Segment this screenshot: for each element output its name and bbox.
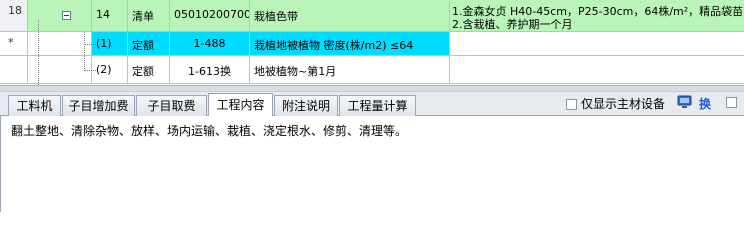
bill-grid: 18 14 清单 050102007003 栽植色带 1.金森女贞 H40-45… <box>0 0 744 85</box>
tab-item-fee[interactable]: 子目取费 <box>136 95 207 116</box>
work-content-panel[interactable]: 翻土整地、清除杂物、放样、场内运输、栽植、浇定根水、修剪、清理等。 <box>0 116 744 212</box>
tree-connector <box>84 44 96 45</box>
extra-checkbox[interactable] <box>726 97 737 108</box>
description-cell[interactable] <box>450 56 744 84</box>
row-header[interactable]: * <box>0 32 28 56</box>
tab-quantity-calc[interactable]: 工程量计算 <box>339 95 416 116</box>
code-cell[interactable]: (1) <box>92 32 128 56</box>
description-cell[interactable]: 1.金森女贞 H40-45cm，P25-30cm，64株/m²，精品袋苗 2.含… <box>450 0 744 32</box>
row-header[interactable] <box>0 56 28 84</box>
tree-connector <box>38 20 39 85</box>
type-cell[interactable]: 定额 <box>128 56 170 84</box>
tree-connector <box>84 32 85 71</box>
tree-connector <box>84 70 96 71</box>
show-main-material-checkbox[interactable]: 仅显示主材设备 <box>566 96 665 112</box>
description-line-2: 2.含栽植、养护期一个月 <box>452 18 573 31</box>
number-cell[interactable]: 050102007003 <box>170 0 250 32</box>
panel-splitter[interactable] <box>0 85 744 92</box>
tab-work-content[interactable]: 工程内容 <box>208 93 273 116</box>
row-header[interactable]: 18 <box>0 0 28 32</box>
number-cell[interactable]: 1-613换 <box>170 56 250 84</box>
monitor-icon[interactable] <box>677 95 692 109</box>
code-cell[interactable]: (2) <box>92 56 128 84</box>
work-content-text: 翻土整地、清除杂物、放样、场内运输、栽植、浇定根水、修剪、清理等。 <box>11 124 408 138</box>
type-cell[interactable]: 定额 <box>128 32 170 56</box>
number-cell[interactable]: 1-488 <box>170 32 250 56</box>
table-row[interactable]: * (1) 定额 1-488 栽植地被植物 密度(株/m2) ≤64 <box>0 32 744 56</box>
name-cell[interactable]: 栽植地被植物 密度(株/m2) ≤64 <box>250 32 450 56</box>
description-cell[interactable] <box>450 32 744 56</box>
table-row[interactable]: (2) 定额 1-613换 地被植物~第1月 <box>0 56 744 84</box>
name-cell[interactable]: 地被植物~第1月 <box>250 56 450 84</box>
swap-button[interactable]: 换 <box>699 95 711 112</box>
table-row[interactable]: 18 14 清单 050102007003 栽植色带 1.金森女贞 H40-45… <box>0 0 744 32</box>
detail-tab-bar: 工料机 子目增加费 子目取费 工程内容 附注说明 工程量计算 仅显示主材设备 <box>0 92 744 116</box>
tab-item-surcharge[interactable]: 子目增加费 <box>62 95 135 116</box>
current-row-marker: * <box>8 36 14 49</box>
type-cell[interactable]: 清单 <box>128 0 170 32</box>
checkbox-box[interactable] <box>566 99 577 110</box>
tab-notes[interactable]: 附注说明 <box>274 95 338 116</box>
collapse-icon[interactable] <box>62 11 71 20</box>
name-cell[interactable]: 栽植色带 <box>250 0 450 32</box>
code-cell[interactable]: 14 <box>92 0 128 32</box>
tab-labor-material-machine[interactable]: 工料机 <box>8 95 61 116</box>
